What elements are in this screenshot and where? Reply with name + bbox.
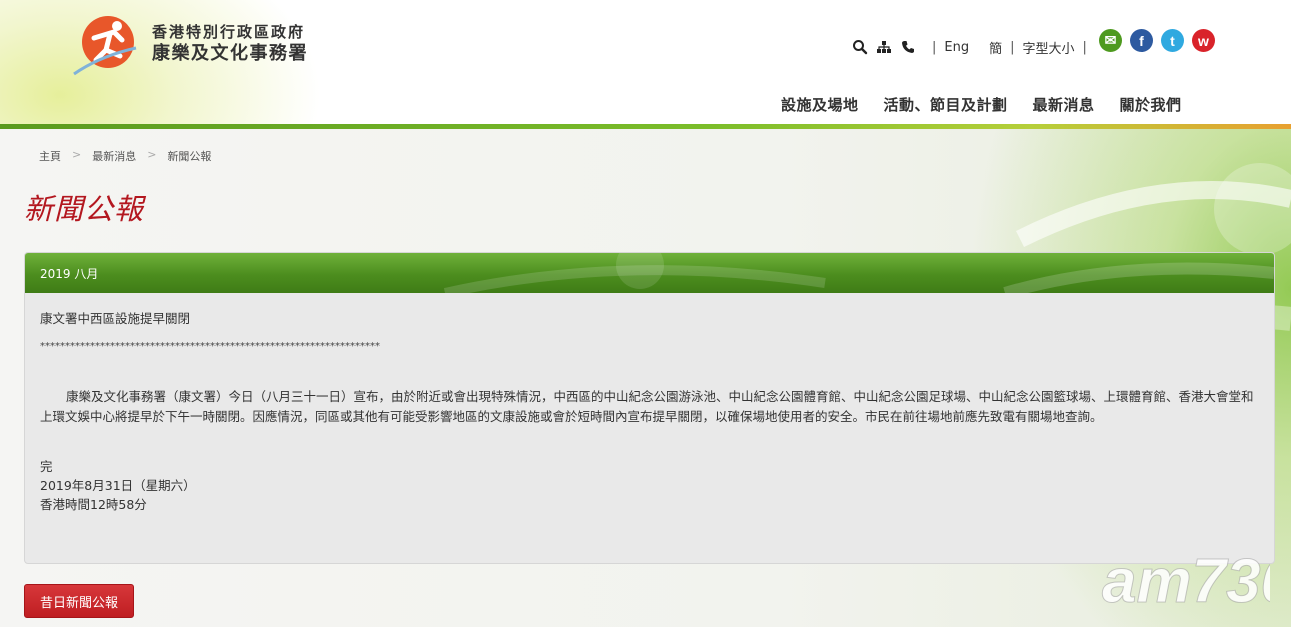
breadcrumb: 主頁 > 最新消息 > 新聞公報 [39, 148, 211, 164]
weibo-icon[interactable]: w [1192, 29, 1215, 52]
facebook-icon[interactable]: f [1130, 29, 1153, 52]
panel-month-label: 2019 八月 [40, 267, 99, 281]
org-name-line2: 康樂及文化事務署 [152, 43, 308, 64]
past-press-releases-button[interactable]: 昔日新聞公報 [24, 584, 134, 618]
twitter-icon[interactable]: t [1161, 29, 1184, 52]
watermark-text: am730 [1102, 547, 1270, 612]
news-paragraph: 康樂及文化事務署（康文署）今日（八月三十一日）宣布，由於附近或會出現特殊情況，中… [40, 389, 1254, 424]
social-links: ✉ f t w [1099, 29, 1223, 52]
press-release-body: 康文署中西區設施提早關閉 ***************************… [40, 309, 1262, 514]
font-size-link[interactable]: 字型大小 [1023, 38, 1075, 57]
news-title: 康文署中西區設施提早關閉 [40, 311, 191, 326]
page-title: 新聞公報 [24, 192, 145, 226]
breadcrumb-latest-news[interactable]: 最新消息 [92, 148, 136, 164]
lcsd-logo-icon[interactable] [70, 12, 142, 78]
release-date: 2019年8月31日（星期六） [40, 478, 196, 493]
breadcrumb-separator: > [147, 148, 157, 161]
search-icon[interactable] [852, 39, 868, 55]
news-footer: 完 2019年8月31日（星期六） 香港時間12時58分 [40, 457, 1262, 514]
english-link[interactable]: Eng [944, 40, 969, 55]
nav-activities[interactable]: 活動、節目及計劃 [884, 94, 1008, 115]
toolbar-separator: | [1010, 39, 1015, 55]
main-nav: 設施及場地 活動、節目及計劃 最新消息 關於我們 [781, 94, 1207, 115]
toolbar-separator: | [932, 39, 937, 55]
breadcrumb-home[interactable]: 主頁 [39, 148, 61, 164]
utility-toolbar: | Eng 簡 | 字型大小 | [852, 36, 1095, 58]
nav-latest-news[interactable]: 最新消息 [1033, 94, 1095, 115]
nav-facilities[interactable]: 設施及場地 [781, 94, 859, 115]
breadcrumb-separator: > [72, 148, 82, 161]
org-name-line1: 香港特別行政區政府 [152, 23, 306, 41]
phone-icon[interactable] [900, 39, 916, 55]
org-name[interactable]: 香港特別行政區政府 康樂及文化事務署 [152, 22, 308, 66]
panel-header-decoration [443, 253, 1274, 293]
site-header: 香港特別行政區政府 康樂及文化事務署 | Eng 簡 | 字型大小 | ✉ f … [0, 0, 1291, 124]
press-release-panel: 2019 八月 康文署中西區設施提早關閉 *******************… [24, 252, 1275, 564]
sitemap-icon[interactable] [876, 39, 892, 55]
email-icon[interactable]: ✉ [1099, 29, 1122, 52]
nav-about-us[interactable]: 關於我們 [1120, 94, 1182, 115]
toolbar-separator: | [1082, 39, 1087, 55]
release-time: 香港時間12時58分 [40, 497, 147, 512]
end-mark: 完 [40, 459, 53, 474]
simplified-chinese-link[interactable]: 簡 [989, 38, 1002, 57]
separator-stars: ****************************************… [40, 341, 380, 352]
am730-watermark-logo: am730 [1102, 547, 1271, 613]
breadcrumb-press-releases: 新聞公報 [167, 150, 212, 163]
